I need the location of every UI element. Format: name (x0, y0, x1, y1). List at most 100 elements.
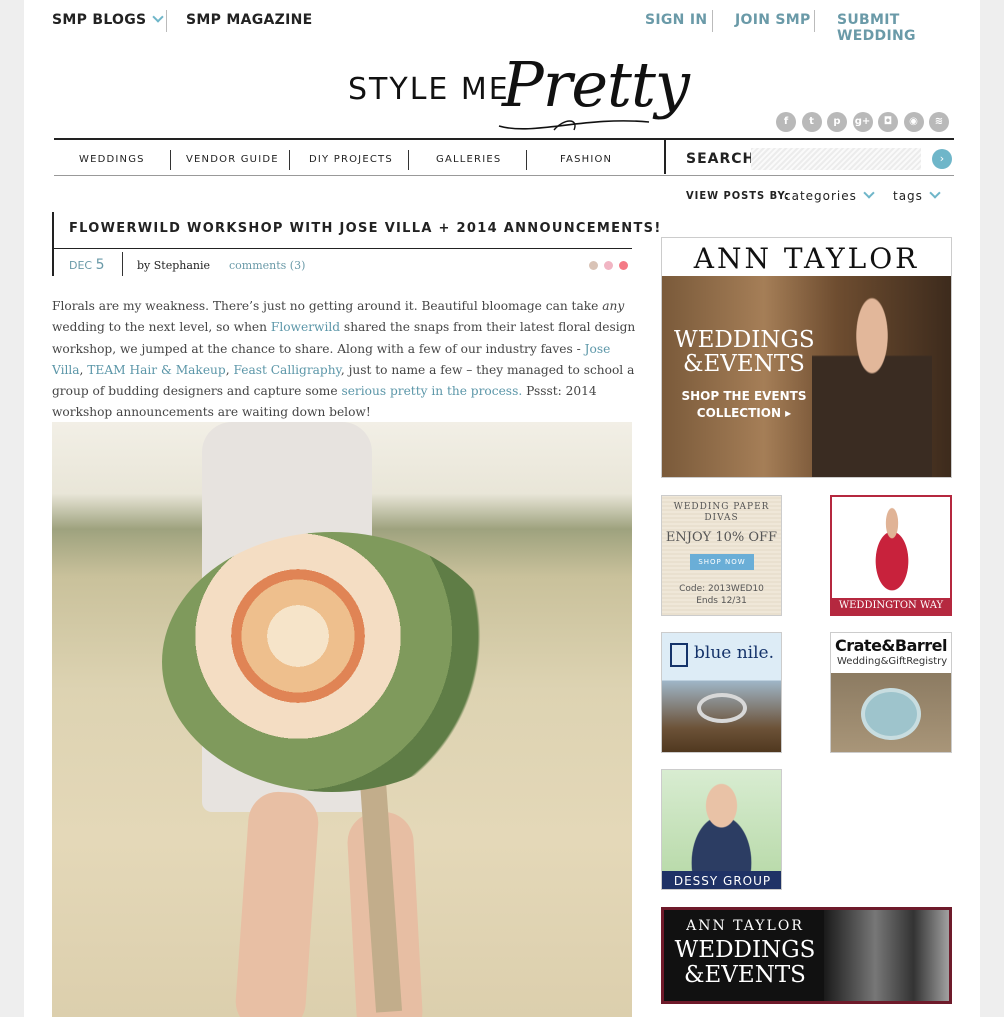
nav-fashion[interactable]: FASHION (560, 154, 612, 165)
twitter-icon[interactable]: t (801, 112, 822, 132)
chevron-down-icon (152, 11, 165, 23)
ad-line: &EVENTS (684, 962, 806, 988)
facebook-icon[interactable]: f (776, 112, 796, 132)
ad-blue-nile[interactable]: blue nile. (661, 632, 782, 753)
ad-line: WEDDINGS (674, 937, 816, 963)
body-text: Florals are my weakness. There’s just no… (52, 299, 603, 313)
divider (122, 252, 123, 276)
submit-wedding-link[interactable]: SUBMIT WEDDING (837, 12, 980, 44)
tags-label: tags (893, 189, 923, 203)
nav-galleries[interactable]: GALLERIES (436, 154, 501, 165)
search-input[interactable] (751, 148, 921, 170)
ad-brand: blue nile. (694, 643, 775, 663)
leg-shape (233, 789, 321, 1017)
ad-shop-now-button[interactable]: SHOP NOW (690, 554, 754, 570)
ad-ann-taylor[interactable]: ANN TAYLOR WEDDINGS &EVENTS SHOP THE EVE… (661, 237, 952, 478)
smp-magazine-link[interactable]: SMP MAGAZINE (186, 12, 312, 28)
logo-text[interactable]: STYLE ME (348, 72, 510, 107)
body-text: wedding to the next level, so when (52, 320, 271, 335)
ad-model (862, 507, 922, 597)
divider (712, 10, 713, 32)
link-team-hair-makeup[interactable]: TEAM Hair & Makeup (87, 363, 225, 377)
post-hero-image[interactable] (52, 422, 632, 1017)
view-posts-label: VIEW POSTS BY: (686, 189, 790, 202)
camera-icon[interactable]: ◉ (903, 112, 924, 132)
ad-cta: SHOP THE EVENTS COLLECTION ▸ (674, 388, 814, 422)
ad-model (812, 288, 932, 477)
nav-vendor-guide[interactable]: VENDOR GUIDE (186, 154, 279, 165)
nav-top-rule (54, 138, 954, 140)
tags-dropdown[interactable]: tags (893, 187, 941, 203)
rss-icon[interactable]: ≋ (929, 112, 949, 132)
categories-dropdown[interactable]: categories (784, 187, 875, 203)
ad-dessy-group[interactable]: DESSY GROUP (661, 769, 782, 890)
bouquet-shape (162, 532, 502, 792)
ad-ann-taylor-events[interactable]: ANN TAYLOR WEDDINGS &EVENTS (661, 907, 952, 1004)
post-date: DEC 5 (69, 257, 105, 273)
ad-line: DIVAS (704, 513, 739, 523)
link-serious-pretty[interactable]: serious pretty in the process. (341, 384, 522, 398)
divider (170, 150, 171, 170)
ad-brand: ANN TAYLOR (693, 242, 920, 275)
join-smp-link[interactable]: JOIN SMP (735, 12, 811, 28)
ad-weddington-way[interactable]: WEDDINGTON WAY (830, 495, 952, 616)
ad-sub: Wedding&GiftRegistry (837, 656, 948, 667)
post-body: Florals are my weakness. There’s just no… (52, 296, 636, 424)
ad-line: &EVENTS (683, 351, 805, 377)
ad-headline: WEDDINGS &EVENTS (670, 938, 820, 988)
logo-script[interactable]: Pretty (502, 48, 690, 121)
divider (289, 150, 290, 170)
ad-photo (824, 910, 949, 1001)
plate-icon (861, 688, 921, 740)
logo-flourish (498, 120, 650, 131)
ad-code: Code: 2013WED10 (679, 584, 764, 594)
instagram-icon[interactable]: ◘ (878, 112, 898, 132)
nav-diy-projects[interactable]: DIY PROJECTS (309, 154, 393, 165)
search-submit-icon[interactable]: › (932, 149, 952, 169)
divider (166, 10, 167, 32)
divider (814, 10, 815, 32)
post-comments-link[interactable]: comments (3) (229, 259, 305, 272)
ad-headline: WEDDINGS &EVENTS (674, 327, 815, 377)
google-plus-icon[interactable]: g+ (852, 112, 873, 132)
categories-label: categories (784, 189, 857, 203)
link-feast-calligraphy[interactable]: Feast Calligraphy (233, 363, 340, 377)
ad-brand: DESSY GROUP (662, 871, 781, 889)
nav-weddings[interactable]: WEDDINGS (79, 154, 145, 165)
ad-ends: Ends 12/31 (696, 596, 747, 606)
ad-brand: Crate&Barrel (835, 636, 948, 655)
pinterest-icon[interactable]: p (827, 112, 847, 132)
post-author[interactable]: by Stephanie (137, 259, 210, 272)
blue-nile-logo-icon (670, 643, 688, 667)
ad-line: WEDDING PAPER (673, 502, 770, 512)
nav-bottom-rule (54, 175, 954, 176)
ad-cta-line: SHOP THE EVENTS (681, 389, 807, 403)
share-dot[interactable] (604, 261, 613, 270)
chevron-down-icon (863, 187, 875, 199)
chevron-down-icon (929, 187, 941, 199)
ad-line: WEDDINGS (674, 327, 815, 353)
ad-brand: ANN TAYLOR (686, 918, 804, 934)
post-month: DEC (69, 259, 93, 272)
link-flowerwild[interactable]: Flowerwild (271, 320, 340, 334)
post-title-rule (52, 248, 632, 249)
sign-in-link[interactable]: SIGN IN (645, 12, 707, 28)
post-title[interactable]: FLOWERWILD WORKSHOP WITH JOSE VILLA + 20… (69, 221, 662, 236)
smp-blogs-menu[interactable]: SMP BLOGS (52, 11, 165, 28)
ad-offer: ENJOY 10% OFF (665, 530, 778, 545)
share-dot[interactable] (589, 261, 598, 270)
search-label: SEARCH (686, 151, 756, 167)
page: SMP BLOGS SMP MAGAZINE SIGN IN JOIN SMP … (24, 0, 980, 1017)
post-day: 5 (95, 257, 105, 273)
divider (664, 140, 666, 174)
divider (408, 150, 409, 170)
divider (526, 150, 527, 170)
share-dot[interactable] (619, 261, 628, 270)
ad-wedding-paper-divas[interactable]: WEDDING PAPER DIVAS ENJOY 10% OFF SHOP N… (661, 495, 782, 616)
ring-icon (697, 693, 747, 723)
post-left-rule (52, 212, 54, 276)
ad-crate-barrel[interactable]: Crate&Barrel Wedding&GiftRegistry (830, 632, 952, 753)
smp-blogs-label: SMP BLOGS (52, 12, 147, 28)
body-emphasis: any (602, 299, 625, 313)
ad-brand: WEDDINGTON WAY (832, 598, 950, 614)
